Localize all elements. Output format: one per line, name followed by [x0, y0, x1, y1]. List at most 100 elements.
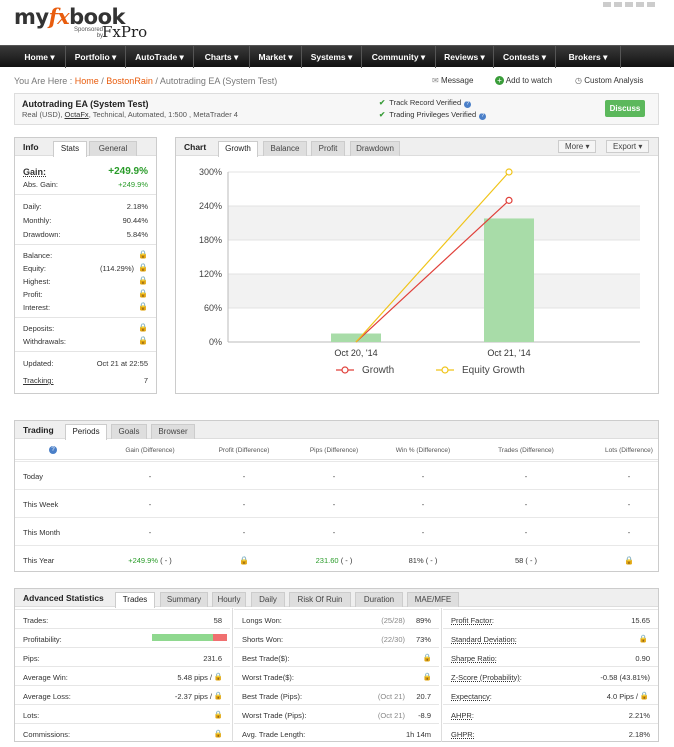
tab-summary[interactable]: Summary	[160, 592, 208, 607]
lock-icon: 🔒	[138, 336, 148, 345]
custom-analysis-link[interactable]: ◷ Custom Analysis	[575, 76, 643, 85]
broker-link[interactable]: OctaFx	[65, 110, 89, 119]
tab-stats[interactable]: Stats	[53, 141, 87, 157]
profitability-bar	[152, 634, 227, 641]
tracking-link[interactable]: Tracking:	[23, 376, 54, 385]
stat-row: Average Win: 5.48 pips / 🔒	[15, 666, 230, 685]
column-header[interactable]: Win % (Difference)	[378, 447, 468, 454]
column-header[interactable]: Profit (Difference)	[199, 447, 289, 454]
nav-item[interactable]: Systems ▾	[302, 46, 362, 68]
breadcrumb: You Are Here : Home / BostonRain / Autot…	[14, 76, 278, 86]
tab-general[interactable]: General	[89, 141, 137, 156]
lock-icon: 🔒	[213, 691, 223, 700]
stat-label: Average Win:	[23, 673, 68, 682]
lock-icon: 🔒	[138, 276, 148, 285]
lock-icon: 🔒	[213, 729, 223, 738]
fxpro-logo[interactable]: FxPro	[102, 23, 147, 41]
more-button[interactable]: More ▾	[558, 140, 597, 153]
stat-label: Best Trade($):	[242, 654, 290, 663]
table-cell: 🔒	[584, 556, 674, 565]
help-icon[interactable]: ?	[464, 101, 472, 108]
table-row: This Week - - - - - -	[15, 489, 658, 517]
stat-label: Pips:	[23, 654, 40, 663]
message-link[interactable]: ✉ Message	[432, 76, 473, 85]
table-row: Today - - - - - -	[15, 461, 658, 489]
stat-row: GHPR: 2.18%	[443, 723, 658, 742]
tab-duration[interactable]: Duration	[355, 592, 403, 607]
sponsored-label: Sponsored by	[74, 27, 104, 39]
tab-goals[interactable]: Goals	[111, 424, 147, 439]
tab-profit[interactable]: Profit	[311, 141, 345, 156]
stat-row: Longs Won: (25/28) 89%	[234, 609, 439, 628]
nav-item[interactable]: Brokers ▾	[556, 46, 621, 68]
tab-mae-mfe[interactable]: MAE/MFE	[407, 592, 459, 607]
legend-marker	[341, 366, 349, 374]
nav-item[interactable]: AutoTrade ▾	[126, 46, 194, 68]
nav-item[interactable]: Reviews ▾	[436, 46, 494, 68]
stat-row: Z-Score (Probability): -0.58 (43.81%)	[443, 666, 658, 685]
tab-trades[interactable]: Trades	[115, 592, 155, 608]
table-cell: -	[332, 472, 336, 481]
tab-browser[interactable]: Browser	[151, 424, 195, 439]
nav-item[interactable]: Contests ▾	[494, 46, 556, 68]
language-flags[interactable]	[600, 0, 674, 7]
table-row: This Month - - - - - -	[15, 517, 658, 545]
table-cell: -	[242, 472, 246, 481]
bar	[484, 218, 534, 342]
table-cell: 81% ( - )	[408, 556, 438, 565]
series-point	[505, 196, 513, 204]
system-title: Autotrading EA (System Test)	[22, 99, 149, 109]
column-header[interactable]: Lots (Difference)	[584, 447, 674, 454]
stat-label[interactable]: Z-Score (Probability):	[451, 673, 522, 682]
period-label: This Month	[23, 528, 61, 537]
stat-row: Profitability:	[15, 628, 230, 647]
tab-growth[interactable]: Growth	[218, 141, 258, 157]
stat-value: 89%	[415, 616, 431, 625]
column-header[interactable]: Pips (Difference)	[289, 447, 379, 454]
nav-item[interactable]: Charts ▾	[194, 46, 250, 68]
table-cell: -	[332, 528, 336, 537]
trading-panel: Trading Periods Goals Browser ? Gain (Dif…	[14, 420, 659, 572]
tab-periods[interactable]: Periods	[65, 424, 107, 440]
discuss-button[interactable]: Discuss	[605, 100, 645, 117]
table-cell: -	[148, 472, 152, 481]
stat-label: Lots:	[23, 711, 40, 720]
tab-balance[interactable]: Balance	[263, 141, 307, 156]
export-button[interactable]: Export ▾	[606, 140, 650, 153]
nav-item[interactable]: Home ▾	[14, 46, 66, 68]
stat-row: Profit Factor: 15.65	[443, 609, 658, 628]
lock-icon: 🔒	[624, 556, 634, 565]
breadcrumb-home[interactable]: Home	[75, 76, 99, 86]
nav-item[interactable]: Community ▾	[362, 46, 436, 68]
stat-label[interactable]: Expectancy:	[451, 692, 492, 701]
column-header[interactable]: Gain (Difference)	[105, 447, 195, 454]
stat-label: Avg. Trade Length:	[242, 730, 306, 739]
clock-icon: ◷	[575, 76, 582, 85]
column-header[interactable]: Trades (Difference)	[481, 447, 571, 454]
breadcrumb-user[interactable]: BostonRain	[106, 76, 153, 86]
legend-marker	[441, 366, 449, 374]
nav-item[interactable]: Market ▾	[250, 46, 302, 68]
info-panel: Info Stats General Gain: +249.9% Abs. Ga…	[14, 137, 157, 394]
stat-label[interactable]: Profit Factor:	[451, 616, 494, 625]
help-icon[interactable]: ?	[49, 446, 57, 454]
tab-drawdown[interactable]: Drawdown	[350, 141, 400, 156]
stat-label[interactable]: Sharpe Ratio:	[451, 654, 497, 663]
tab-daily[interactable]: Daily	[251, 592, 285, 607]
y-tick-label: 60%	[204, 303, 222, 313]
lock-icon: 🔒	[138, 323, 148, 332]
stat-row: Worst Trade($): 🔒	[234, 666, 439, 685]
table-cell: -	[524, 472, 528, 481]
nav-item[interactable]: Portfolio ▾	[66, 46, 126, 68]
add-to-watch-link[interactable]: + Add to watch	[495, 76, 552, 85]
stat-label[interactable]: AHPR:	[451, 711, 474, 720]
stat-label[interactable]: Standard Deviation:	[451, 635, 517, 644]
tab-risk-of-ruin[interactable]: Risk Of Ruin	[289, 592, 351, 607]
stat-label[interactable]: GHPR:	[451, 730, 475, 739]
grid-band	[228, 274, 640, 308]
stat-label: Trades:	[23, 616, 49, 625]
legend-label: Equity Growth	[462, 365, 525, 376]
table-cell: -	[421, 500, 425, 509]
tab-hourly[interactable]: Hourly	[212, 592, 246, 607]
help-icon[interactable]: ?	[479, 113, 487, 120]
